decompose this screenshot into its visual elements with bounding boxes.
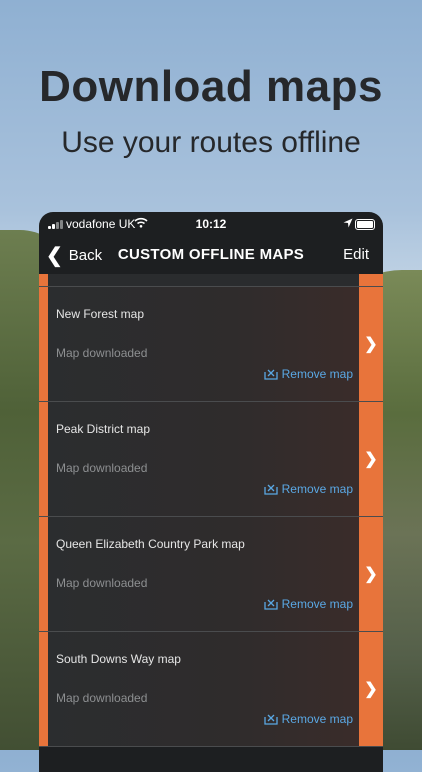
map-status: Map downloaded: [56, 576, 148, 590]
promo-headline: Download maps: [39, 62, 383, 111]
remove-map-label: Remove map: [281, 712, 353, 726]
accent-bar: [39, 517, 48, 631]
map-row[interactable]: New Forest map Map downloaded Remove map…: [39, 287, 383, 402]
map-name: South Downs Way map: [56, 652, 181, 666]
accent-bar: [39, 402, 48, 516]
map-row-content: Queen Elizabeth Country Park map Map dow…: [48, 517, 359, 631]
map-status: Map downloaded: [56, 346, 148, 360]
remove-map-label: Remove map: [281, 597, 353, 611]
remove-download-icon: [263, 599, 278, 610]
clock-time: 10:12: [195, 217, 227, 231]
remove-map-button[interactable]: Remove map: [263, 597, 353, 611]
map-name: Peak District map: [56, 422, 151, 436]
promo-subline: Use your routes offline: [61, 126, 361, 159]
map-row-content: South Downs Way map Map downloaded Remov…: [48, 632, 359, 746]
accent-bar: [39, 287, 48, 401]
offline-maps-list: New Forest map Map downloaded Remove map…: [39, 274, 383, 747]
list-top-partial-row: [39, 274, 383, 287]
chevron-right-icon[interactable]: ❯: [359, 517, 383, 631]
navigation-bar: ❮ Back CUSTOM OFFLINE MAPS Edit: [39, 236, 383, 274]
remove-map-button[interactable]: Remove map: [263, 367, 353, 381]
map-row[interactable]: Peak District map Map downloaded Remove …: [39, 402, 383, 517]
map-row-content: New Forest map Map downloaded Remove map: [48, 287, 359, 401]
chevron-right-icon[interactable]: ❯: [359, 402, 383, 516]
chevron-right-icon[interactable]: ❯: [359, 632, 383, 746]
map-row[interactable]: Queen Elizabeth Country Park map Map dow…: [39, 517, 383, 632]
page-title: CUSTOM OFFLINE MAPS: [117, 246, 305, 263]
map-name: Queen Elizabeth Country Park map: [56, 537, 245, 551]
edit-button[interactable]: Edit: [343, 246, 369, 263]
map-row-content: Peak District map Map downloaded Remove …: [48, 402, 359, 516]
remove-map-label: Remove map: [281, 482, 353, 496]
remove-download-icon: [263, 714, 278, 725]
remove-download-icon: [263, 369, 278, 380]
map-status: Map downloaded: [56, 691, 148, 705]
location-arrow-icon: [343, 217, 353, 231]
map-name: New Forest map: [56, 307, 145, 321]
phone-screen: vodafone UK 10:12 ❮ Back CUSTOM OFFLINE …: [39, 212, 383, 772]
map-status: Map downloaded: [56, 461, 148, 475]
remove-map-button[interactable]: Remove map: [263, 712, 353, 726]
remove-map-button[interactable]: Remove map: [263, 482, 353, 496]
map-row[interactable]: South Downs Way map Map downloaded Remov…: [39, 632, 383, 747]
remove-download-icon: [263, 484, 278, 495]
status-bar: vodafone UK 10:12: [39, 212, 383, 236]
chevron-right-icon[interactable]: ❯: [359, 287, 383, 401]
remove-map-label: Remove map: [281, 367, 353, 381]
accent-bar: [39, 632, 48, 746]
battery-icon: [355, 219, 375, 230]
